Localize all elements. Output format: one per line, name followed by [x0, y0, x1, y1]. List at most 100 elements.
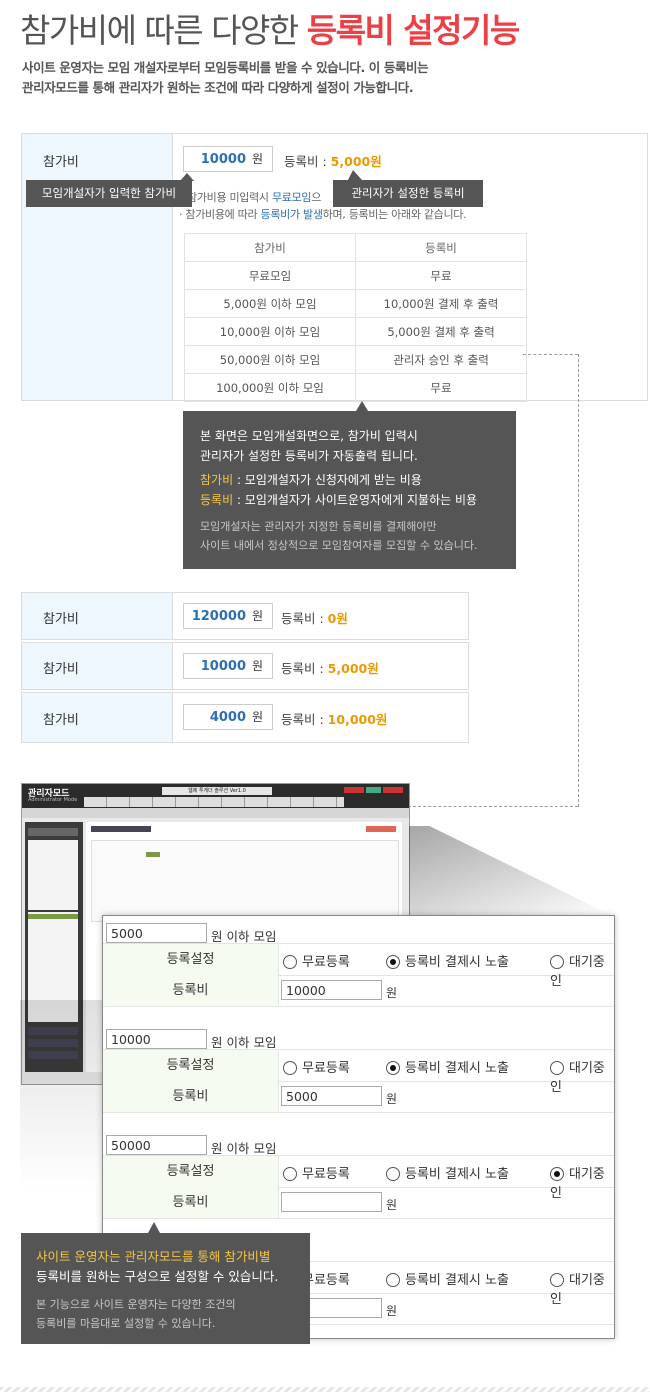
example-fee-input[interactable]: 10000 원: [183, 653, 273, 679]
example-fee-display: 등록비 : 5,000원: [281, 661, 379, 676]
fee-input[interactable]: [281, 1192, 382, 1212]
tooltip-arrow: [180, 173, 194, 181]
participation-fee-input[interactable]: 10000 원: [183, 146, 273, 172]
table-cell: 무료: [355, 261, 527, 290]
fee-input[interactable]: 10000: [281, 980, 382, 1000]
info-note: 모임개설자는 관리자가 지정한 등록비를 결제해야만: [200, 520, 437, 533]
fee-unit: 원: [386, 1092, 398, 1106]
setting-row-label: 등록설정: [103, 1050, 279, 1081]
table-cell: 10,000원 이하 모임: [184, 317, 356, 346]
table-cell: 무료모임: [184, 261, 356, 290]
registration-fee-display: 등록비 : 5,000원: [284, 154, 382, 169]
fee-input[interactable]: 5000: [281, 1086, 382, 1106]
info-box-arrow: [356, 401, 368, 411]
example-label-cell: 참가비: [22, 693, 173, 742]
example-fee-display: 등록비 : 0원: [281, 611, 348, 626]
setting-row-label: 등록설정: [103, 1156, 279, 1187]
table-cell: 10,000원 결제 후 출력: [355, 289, 527, 318]
radio-pay[interactable]: 등록비 결제시 노출: [386, 1163, 509, 1182]
example-label-cell: 참가비: [22, 643, 173, 689]
participation-fee-label: 참가비: [43, 155, 79, 170]
fee-row-label: 등록비: [103, 1187, 279, 1218]
table-cell: 5,000원 결제 후 출력: [355, 317, 527, 346]
fee-label-cell: 참가비: [22, 134, 173, 400]
table-cell: 50,000원 이하 모임: [184, 345, 356, 374]
setting-row: 등록설정 무료등록 등록비 결제시 노출 대기중인: [103, 1155, 614, 1201]
admin-breadcrumb-bar: [22, 808, 409, 818]
example-label-cell: 참가비: [22, 593, 173, 639]
setting-row: 등록설정 무료등록 등록비 결제시 노출 대기중인: [103, 943, 614, 989]
admin-top-title: 웹제 투게더 솔루션 Ver1.0: [162, 787, 272, 795]
table-row: 5,000원 이하 모임 10,000원 결제 후 출력: [184, 289, 527, 318]
table-row: 50,000원 이하 모임 관리자 승인 후 출력: [184, 345, 527, 374]
example-fee-display: 등록비 : 10,000원: [281, 712, 388, 727]
example-label: 참가비: [43, 662, 79, 677]
bottom-info-line: 사이트 운영자는 관리자모드를 통해 참가비별: [36, 1249, 271, 1264]
radio-pay[interactable]: 등록비 결제시 노출: [386, 1057, 509, 1076]
table-cell: 관리자 승인 후 출력: [355, 345, 527, 374]
fee-row: 등록비 5000 원: [103, 1081, 614, 1113]
table-row: 무료모임 무료: [184, 261, 527, 290]
definition-fee: 참가비 : 모임개설자가 신청자에게 받는 비용: [200, 473, 422, 487]
connector-line: [523, 354, 578, 355]
note-fee: · 참가비용에 따라 등록비가 발생하며, 등록비는 아래와 같습니다.: [179, 208, 467, 221]
info-line: 본 화면은 모임개설화면으로, 참가비 입력시: [200, 429, 418, 443]
threshold-input[interactable]: 5000: [106, 923, 207, 943]
table-cell: 무료: [355, 373, 527, 402]
connector-line: [408, 806, 578, 807]
example-label: 참가비: [43, 612, 79, 627]
table-header-cell: 참가비: [184, 233, 356, 262]
bottom-info-box: 사이트 운영자는 관리자모드를 통해 참가비별 등록비를 원하는 구성으로 설정…: [21, 1233, 310, 1344]
definition-registration: 등록비 : 모임개설자가 사이트운영자에게 지불하는 비용: [200, 493, 478, 507]
radio-free[interactable]: 무료등록: [283, 951, 350, 970]
bottom-info-note: 본 기능으로 사이트 운영자는 다양한 조건의: [36, 1298, 236, 1311]
threshold-input[interactable]: 50000: [106, 1135, 207, 1155]
table-header-row: 참가비 등록비: [184, 233, 527, 262]
example-row: 참가비 4000 원 등록비 : 10,000원: [21, 692, 469, 743]
page-title: 참가비에 따른 다양한 등록비 설정기능: [20, 11, 520, 50]
threshold-input[interactable]: 10000: [106, 1029, 207, 1049]
tooltip-fee-output: 관리자가 설정한 등록비: [333, 180, 483, 207]
table-row: 10,000원 이하 모임 5,000원 결제 후 출력: [184, 317, 527, 346]
panel-shadow: [20, 1000, 102, 1190]
table-header-cell: 등록비: [355, 233, 527, 262]
radio-pay[interactable]: 등록비 결제시 노출: [386, 951, 509, 970]
example-row: 참가비 10000 원 등록비 : 5,000원: [21, 642, 469, 690]
fee-row: 등록비 원: [103, 1187, 614, 1219]
example-fee-input[interactable]: 120000 원: [183, 603, 273, 629]
example-label: 참가비: [43, 713, 79, 728]
intro-text: 사이트 운영자는 모임 개설자로부터 모임등록비를 받을 수 있습니다. 이 등…: [22, 60, 429, 95]
bottom-info-note: 등록비를 마음대로 설정할 수 있습니다.: [36, 1317, 216, 1330]
fee-row-label: 등록비: [103, 975, 279, 1006]
admin-top-button[interactable]: [366, 787, 381, 793]
admin-menu-tabs[interactable]: [84, 797, 344, 807]
setting-row: 등록설정 무료등록 등록비 결제시 노출 대기중인: [103, 1049, 614, 1095]
radio-free[interactable]: 무료등록: [283, 1163, 350, 1182]
bottom-info-line: 등록비를 원하는 구성으로 설정할 수 있습니다.: [36, 1269, 279, 1284]
admin-logo-sub: Administrator Mode: [28, 797, 78, 803]
fee-unit: 원: [386, 1304, 398, 1318]
note-free: 참가비용 미입력시 무료모임으: [187, 191, 322, 204]
info-box: 본 화면은 모임개설화면으로, 참가비 입력시 관리자가 설정한 등록비가 자동…: [183, 411, 516, 569]
fee-unit: 원: [386, 986, 398, 1000]
setting-row-label: 등록설정: [103, 944, 279, 975]
info-line: 관리자가 설정한 등록비가 자동출력 됩니다.: [200, 449, 418, 463]
tooltip-fee-input: 모임개설자가 입력한 참가비: [26, 180, 192, 207]
radio-free[interactable]: 무료등록: [283, 1057, 350, 1076]
fee-row: 등록비 10000 원: [103, 975, 614, 1007]
example-row: 참가비 120000 원 등록비 : 0원: [21, 592, 469, 640]
admin-top-button[interactable]: [383, 787, 403, 793]
connector-line: [578, 354, 579, 807]
table-row: 100,000원 이하 모임 무료: [184, 373, 527, 402]
table-cell: 100,000원 이하 모임: [184, 373, 356, 402]
info-note: 사이트 내에서 정상적으로 모임참여자를 모집할 수 있습니다.: [200, 539, 478, 552]
main-form-box: 참가비 10000 원 등록비 : 5,000원 참가비용 미입력시 무료모임으 …: [21, 133, 648, 402]
example-fee-input[interactable]: 4000 원: [183, 704, 273, 730]
radio-pay[interactable]: 등록비 결제시 노출: [386, 1269, 509, 1288]
fee-unit: 원: [386, 1198, 398, 1212]
fee-reference-table: 참가비 등록비 무료모임 무료 5,000원 이하 모임 10,000원 결제 후 …: [184, 233, 527, 402]
admin-top-button[interactable]: [344, 787, 364, 793]
fee-row-label: 등록비: [103, 1081, 279, 1112]
bottom-divider: [0, 1387, 650, 1392]
table-cell: 5,000원 이하 모임: [184, 289, 356, 318]
